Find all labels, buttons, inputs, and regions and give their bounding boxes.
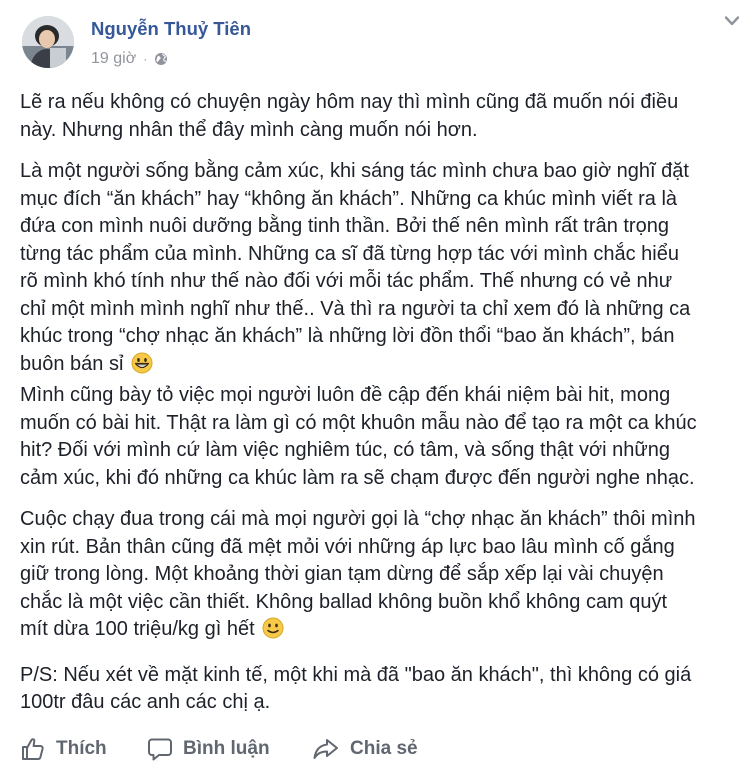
comment-button[interactable]: Bình luận	[147, 724, 270, 773]
text-line: 100tr đâu các anh các chị ạ.	[20, 691, 271, 713]
avatar-photo	[22, 16, 74, 68]
text-line: buôn bán sỉ	[20, 352, 124, 375]
post-meta: 19 giờ ·	[91, 48, 168, 70]
meta-separator: ·	[143, 52, 148, 66]
grinning-emoji-icon	[131, 352, 153, 383]
paragraph-4: Cuộc chạy đua trong cái mà mọi người gọi…	[20, 506, 732, 648]
facebook-post: Nguyễn Thuỷ Tiên 19 giờ · Lẽ ra nếu khôn…	[0, 0, 751, 773]
text-line: muốn có bài hit. Thật ra làm gì có một k…	[20, 411, 697, 434]
share-label: Chia sẻ	[350, 737, 418, 759]
text-line: chỉ một mình mình nghĩ như thế.. Và thì …	[20, 297, 691, 320]
globe-icon[interactable]	[154, 52, 168, 66]
avatar[interactable]	[22, 16, 74, 68]
comment-icon	[148, 738, 172, 760]
text-line: giữ trong lòng. Một khoảng thời gian tạm…	[20, 563, 664, 585]
text-line: Là một người sống bằng cảm xúc, khi sáng…	[20, 160, 689, 182]
like-label: Thích	[56, 737, 107, 759]
text-line: khúc trong “chợ nhạc ăn khách” là những …	[20, 325, 675, 347]
post-timestamp[interactable]: 19 giờ	[91, 50, 136, 68]
share-icon	[313, 738, 338, 759]
paragraph-3: Mình cũng bày tỏ việc mọi người luôn đề …	[20, 382, 732, 492]
text-line: cảm xúc, khi đó những ca khúc làm ra sẽ …	[20, 466, 695, 489]
share-button[interactable]: Chia sẻ	[312, 724, 418, 773]
text-line: P/S: Nếu xét về mặt kinh tế, một khi mà …	[20, 663, 692, 686]
text-line: mít dừa 100 triệu/kg gì hết	[20, 618, 255, 640]
text-line: Cuộc chạy đua trong cái mà mọi người gọi…	[20, 508, 696, 530]
text-line: từng tác phẩm của mình. Những ca sĩ đã t…	[20, 242, 679, 265]
post-action-bar: Thích Bình luận Chia sẻ	[0, 724, 751, 773]
text-line: xin rút. Bản thân cũng đã mệt mỏi với nh…	[20, 535, 675, 558]
text-line: mục đích “ăn khách” hay “không ăn khách”…	[20, 187, 678, 210]
smile-emoji-icon	[262, 617, 284, 648]
text-line: chắc là một việc cần thiết. Không ballad…	[20, 590, 668, 613]
text-line: này. Nhưng nhân thể đây mình càng muốn n…	[20, 118, 478, 141]
paragraph-2: Là một người sống bằng cảm xúc, khi sáng…	[20, 158, 732, 382]
post-body: Lẽ ra nếu không có chuyện ngày hôm nay t…	[20, 89, 732, 731]
text-line: Mình cũng bày tỏ việc mọi người luôn đề …	[20, 384, 671, 406]
text-line: rõ mình khó tính như thế nào đối với mỗi…	[20, 270, 673, 292]
post-options-menu[interactable]	[723, 12, 741, 30]
thumbs-up-icon	[22, 737, 44, 760]
paragraph-1: Lẽ ra nếu không có chuyện ngày hôm nay t…	[20, 89, 732, 144]
chevron-down-icon	[725, 16, 739, 26]
comment-label: Bình luận	[183, 737, 270, 759]
like-button[interactable]: Thích	[20, 724, 107, 773]
paragraph-5: P/S: Nếu xét về mặt kinh tế, một khi mà …	[20, 662, 732, 717]
text-line: Lẽ ra nếu không có chuyện ngày hôm nay t…	[20, 91, 679, 113]
text-line: đứa con mình nuôi dưỡng bằng tinh thần. …	[20, 215, 669, 237]
text-line: hit? Đối với mình cứ làm việc nghiêm túc…	[20, 439, 670, 461]
author-name[interactable]: Nguyễn Thuỷ Tiên	[91, 18, 251, 40]
